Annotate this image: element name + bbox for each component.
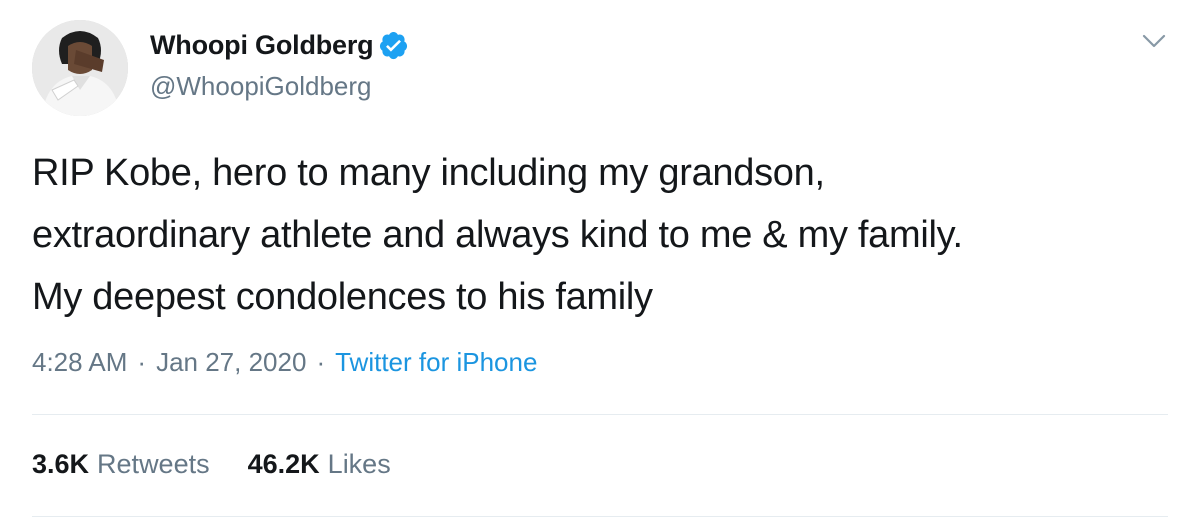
avatar[interactable]: [32, 20, 128, 116]
author-handle[interactable]: @WhoopiGoldberg: [150, 71, 372, 102]
tweet-text: RIP Kobe, hero to many including my gran…: [32, 152, 963, 318]
author-name-row[interactable]: Whoopi Goldberg: [150, 30, 409, 61]
retweets-stat[interactable]: 3.6K Retweets: [32, 449, 210, 480]
divider: [32, 516, 1168, 517]
likes-stat[interactable]: 46.2K Likes: [248, 449, 391, 480]
meta-separator: ·: [316, 347, 326, 377]
likes-label: Likes: [327, 449, 391, 479]
tweet-date[interactable]: Jan 27, 2020: [156, 347, 306, 378]
meta-separator: ·: [137, 347, 147, 377]
divider: [32, 414, 1168, 415]
tweet-stats: 3.6K Retweets 46.2K Likes: [32, 449, 429, 480]
likes-count: 46.2K: [247, 449, 320, 479]
more-options-button[interactable]: [1140, 30, 1168, 52]
retweets-count: 3.6K: [32, 449, 90, 479]
verified-badge-icon: [380, 31, 408, 60]
tweet-source-link[interactable]: Twitter for iPhone: [335, 347, 537, 378]
chevron-down-icon: [1142, 34, 1166, 48]
author-display-name[interactable]: Whoopi Goldberg: [150, 30, 374, 61]
tweet-meta: 4:28 AM · Jan 27, 2020 · Twitter for iPh…: [32, 347, 537, 378]
tweet-card: Whoopi Goldberg @WhoopiGoldberg RIP Kobe…: [0, 0, 1197, 523]
tweet-time[interactable]: 4:28 AM: [32, 347, 127, 378]
retweets-label: Retweets: [97, 449, 210, 479]
avatar-image: [32, 20, 128, 116]
